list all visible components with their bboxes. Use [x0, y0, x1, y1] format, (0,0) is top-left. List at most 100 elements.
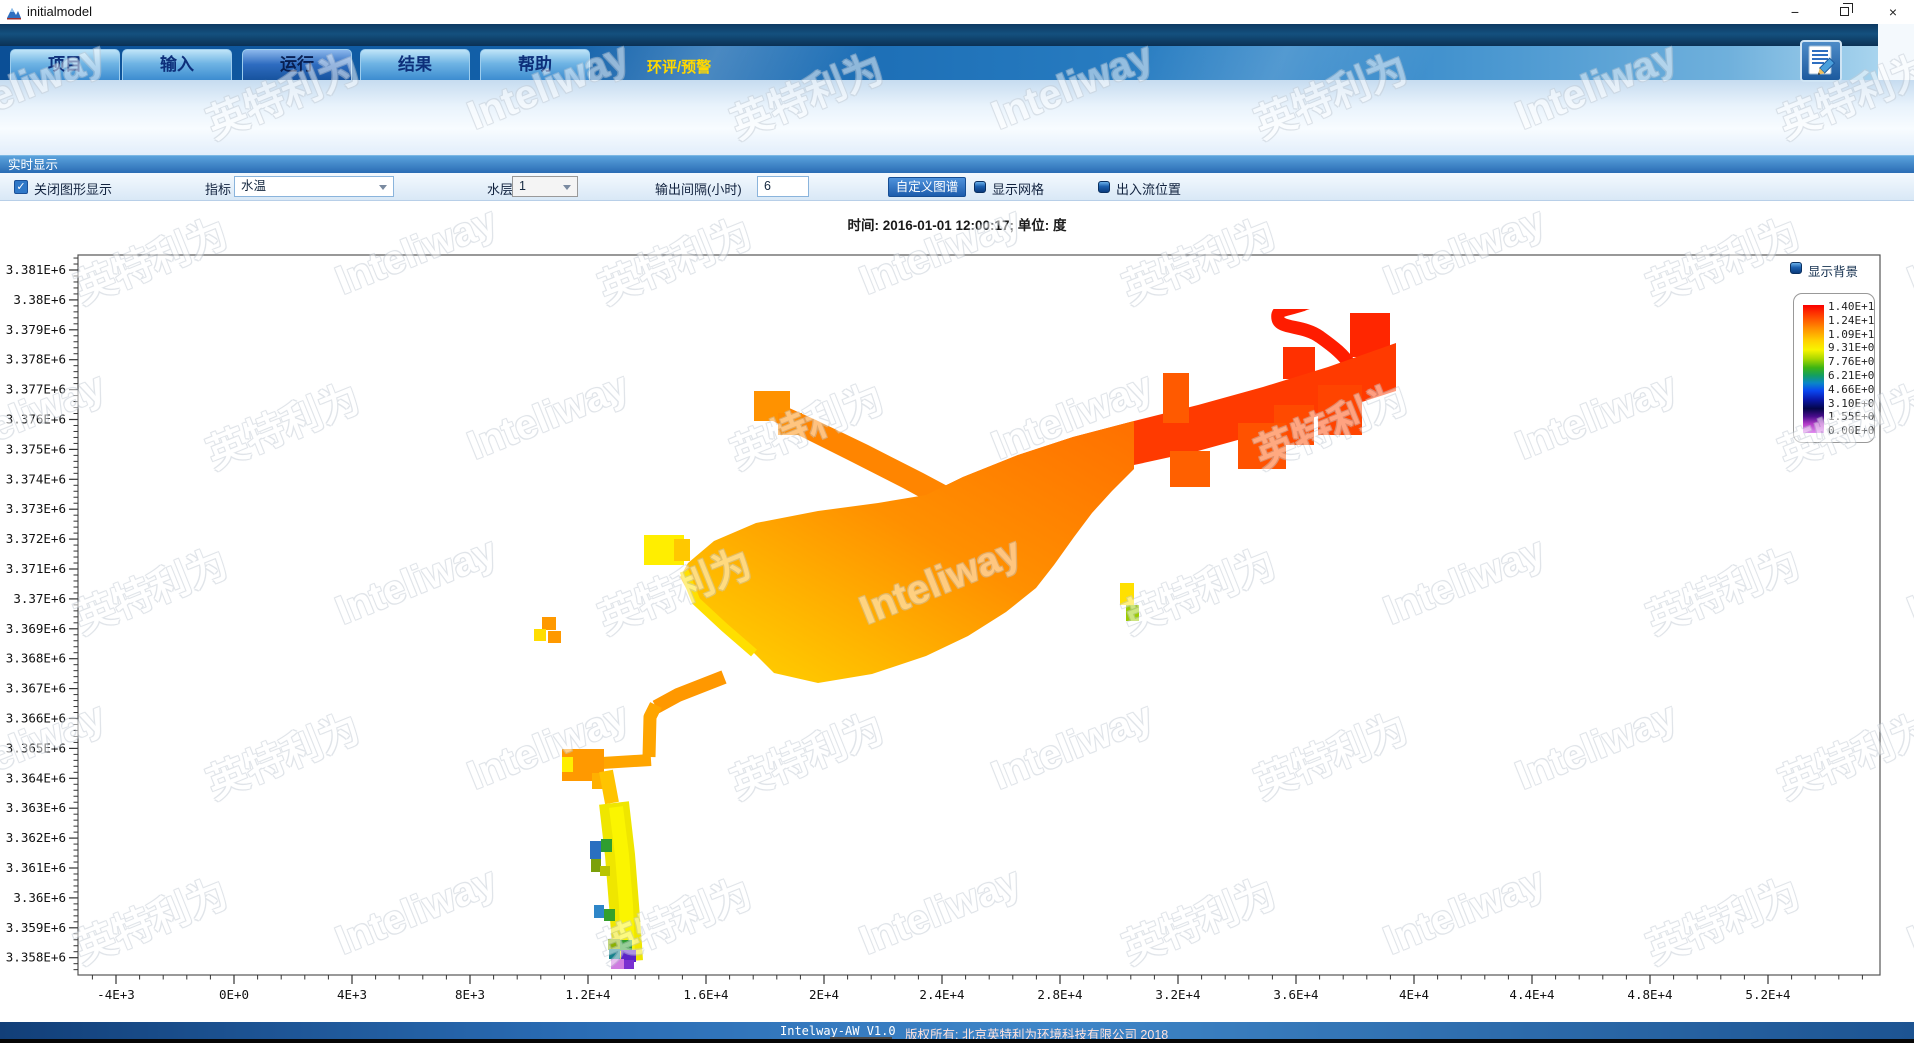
indicator-value: 水温: [241, 179, 266, 193]
tab-results[interactable]: 结果: [360, 49, 470, 80]
svg-text:3.371E+6: 3.371E+6: [6, 561, 66, 576]
svg-text:3.6E+4: 3.6E+4: [1273, 987, 1318, 1002]
temperature-region: [604, 909, 615, 921]
ribbon-right-panel: [1878, 24, 1914, 80]
colorbar-legend: 1.40E+11.24E+11.09E+19.31E+07.76E+06.21E…: [1793, 293, 1875, 443]
svg-text:3.2E+4: 3.2E+4: [1155, 987, 1200, 1002]
temperature-region: [606, 771, 612, 803]
legend-value: 1.09E+1: [1828, 328, 1874, 342]
temperature-region: [1170, 451, 1210, 487]
svg-text:1.6E+4: 1.6E+4: [683, 987, 728, 1002]
svg-text:3.378E+6: 3.378E+6: [6, 352, 66, 367]
svg-text:3.367E+6: 3.367E+6: [6, 681, 66, 696]
chevron-down-icon: [563, 185, 571, 190]
svg-text:4E+4: 4E+4: [1399, 987, 1429, 1002]
window-title: initialmodel: [27, 4, 92, 19]
tab-input[interactable]: 输入: [122, 49, 232, 80]
legend-value: 0.00E+0: [1828, 424, 1874, 438]
svg-text:3.362E+6: 3.362E+6: [6, 830, 66, 845]
svg-text:5.2E+4: 5.2E+4: [1745, 987, 1790, 1002]
svg-text:3.364E+6: 3.364E+6: [6, 770, 66, 785]
svg-text:3.381E+6: 3.381E+6: [6, 262, 66, 277]
svg-text:3.375E+6: 3.375E+6: [6, 441, 66, 456]
layer-value: 1: [519, 179, 526, 193]
temperature-region: [649, 705, 656, 757]
temperature-region: [624, 960, 634, 969]
temperature-region: [590, 841, 601, 859]
show-background-label: 显示背景: [1808, 265, 1858, 279]
svg-text:2E+4: 2E+4: [809, 987, 839, 1002]
svg-text:3.363E+6: 3.363E+6: [6, 800, 66, 815]
svg-text:3.37E+6: 3.37E+6: [13, 591, 66, 606]
custom-colormap-button[interactable]: 自定义图谱: [888, 177, 966, 197]
status-bar: Intelway-AW V1.0 版权所有: 北京英特利为环境科技有限公司 20…: [0, 1022, 1914, 1039]
legend-value: 9.31E+0: [1828, 341, 1874, 355]
close-graphics-label: 关闭图形显示: [34, 179, 112, 198]
svg-text:3.368E+6: 3.368E+6: [6, 651, 66, 666]
svg-text:2.8E+4: 2.8E+4: [1037, 987, 1082, 1002]
temperature-region: [601, 839, 612, 852]
colorbar-values: 1.40E+11.24E+11.09E+19.31E+07.76E+06.21E…: [1828, 300, 1874, 438]
inout-flow-checkbox[interactable]: [1098, 181, 1110, 193]
svg-text:1.2E+4: 1.2E+4: [565, 987, 610, 1002]
heatmap-chart: -4E+3 0E+0 4E+3 8E+3 1.2E+4 1.6E+4 2E+4 2.4E+4 2…: [0, 201, 1914, 1022]
svg-text:3.359E+6: 3.359E+6: [6, 920, 66, 935]
close-graphics-checkbox[interactable]: ✓: [14, 180, 28, 194]
interval-input[interactable]: 6: [757, 176, 809, 197]
temperature-region: [594, 905, 604, 918]
show-grid-checkbox[interactable]: [974, 181, 986, 193]
svg-text:-4E+3: -4E+3: [97, 987, 135, 1002]
svg-text:3.372E+6: 3.372E+6: [6, 531, 66, 546]
indicator-select[interactable]: 水温: [234, 176, 394, 197]
svg-text:3.369E+6: 3.369E+6: [6, 621, 66, 636]
svg-text:3.379E+6: 3.379E+6: [6, 322, 66, 337]
document-edit-icon[interactable]: [1800, 40, 1842, 82]
temperature-region: [778, 413, 802, 435]
tab-env-warning[interactable]: 环评/预警: [647, 56, 711, 77]
svg-text:3.373E+6: 3.373E+6: [6, 501, 66, 516]
indicator-label: 指标: [205, 179, 231, 198]
svg-text:3.358E+6: 3.358E+6: [6, 950, 66, 965]
bottom-edge: [0, 1039, 1914, 1043]
restore-button[interactable]: [1830, 3, 1860, 21]
legend-value: 7.76E+0: [1828, 355, 1874, 369]
temperature-region: [542, 617, 556, 630]
legend-value: 1.24E+1: [1828, 314, 1874, 328]
show-background-toggle[interactable]: 显示背景: [1790, 261, 1858, 280]
restore-icon: [1840, 7, 1849, 16]
temperature-region: [620, 940, 632, 951]
tab-run[interactable]: 运行: [242, 49, 352, 80]
show-grid-label: 显示网格: [992, 179, 1044, 198]
realtime-controls: ✓ 关闭图形显示 指标 水温 水层 1 输出间隔(小时) 6 自定义图谱 显示网…: [0, 173, 1914, 201]
layer-label: 水层: [487, 179, 513, 198]
run-toolbar: 运行模型 已运行 0%。 暂停运行 终止运行 错误信息: [0, 80, 1914, 155]
legend-value: 3.10E+0: [1828, 397, 1874, 411]
realtime-display-header: 实时显示: [0, 155, 1914, 173]
chart-area: 时间: 2016-01-01 12:00:17; 单位: 度 -4E+30E+0…: [0, 201, 1914, 1022]
svg-text:4.4E+4: 4.4E+4: [1509, 987, 1554, 1002]
svg-text:3.361E+6: 3.361E+6: [6, 860, 66, 875]
svg-text:4E+3: 4E+3: [337, 987, 367, 1002]
temperature-region: [1318, 385, 1362, 435]
temperature-region: [674, 539, 690, 561]
header-strip: [0, 24, 1893, 46]
temperature-region: [611, 959, 624, 969]
legend-value: 1.40E+1: [1828, 300, 1874, 314]
svg-text:2.4E+4: 2.4E+4: [919, 987, 964, 1002]
temperature-region: [1126, 605, 1139, 621]
close-button[interactable]: ×: [1878, 3, 1908, 21]
temperature-region: [609, 949, 620, 959]
temperature-region: [1120, 583, 1134, 605]
svg-text:3.377E+6: 3.377E+6: [6, 382, 66, 397]
svg-text:0E+0: 0E+0: [219, 987, 249, 1002]
layer-select[interactable]: 1: [512, 176, 578, 197]
inout-flow-label: 出入流位置: [1116, 179, 1181, 198]
show-background-checkbox[interactable]: [1790, 262, 1802, 274]
minimize-button[interactable]: −: [1780, 3, 1810, 21]
tab-help[interactable]: 帮助: [480, 49, 590, 80]
svg-text:3.36E+6: 3.36E+6: [13, 890, 66, 905]
temperature-region: [591, 859, 601, 872]
svg-text:3.374E+6: 3.374E+6: [6, 471, 66, 486]
svg-text:8E+3: 8E+3: [455, 987, 485, 1002]
tab-project[interactable]: 项目: [10, 49, 120, 80]
